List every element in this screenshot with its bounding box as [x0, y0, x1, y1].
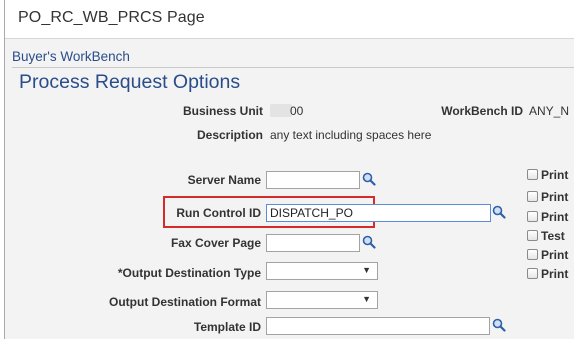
- output-type-label: *Output Destination Type: [117, 266, 261, 280]
- page-frame: PO_RC_WB_PRCS Page Buyer's WorkBench Pro…: [4, 0, 574, 339]
- print-checkbox[interactable]: [527, 169, 538, 180]
- checkbox-label: Print: [541, 267, 569, 281]
- chevron-down-icon: ▼: [362, 265, 371, 275]
- template-id-input[interactable]: [266, 317, 490, 335]
- checkbox-label: Test: [541, 229, 565, 243]
- magnifier-icon[interactable]: [362, 172, 376, 186]
- fax-cover-label: Fax Cover Page: [170, 236, 261, 250]
- print-checkbox[interactable]: [527, 268, 538, 279]
- template-id-label: Template ID: [193, 320, 261, 334]
- run-control-input[interactable]: DISPATCH_PO: [266, 204, 491, 222]
- business-unit-label: Business Unit: [182, 104, 263, 118]
- business-unit-redacted: [270, 104, 292, 117]
- server-name-label: Server Name: [187, 173, 261, 187]
- magnifier-icon[interactable]: [492, 205, 506, 219]
- page-title: PO_RC_WB_PRCS Page: [18, 9, 205, 26]
- checkbox-label: Print: [541, 190, 569, 204]
- fax-cover-input[interactable]: [266, 234, 360, 252]
- chevron-down-icon: ▼: [362, 294, 371, 304]
- checkbox-label: Print: [541, 248, 569, 262]
- section-title: Process Request Options: [19, 71, 241, 93]
- run-control-label: Run Control ID: [176, 206, 261, 220]
- print-checkbox[interactable]: [527, 211, 538, 222]
- server-name-input[interactable]: [266, 171, 360, 189]
- output-format-select[interactable]: ▼: [266, 291, 378, 309]
- output-type-select[interactable]: ▼: [266, 262, 378, 280]
- print-checkbox[interactable]: [527, 249, 538, 260]
- description-label: Description: [196, 128, 263, 142]
- business-unit-value: 00: [290, 104, 304, 118]
- checkbox-label: Print: [541, 210, 569, 224]
- checkbox-label: Print: [541, 168, 569, 182]
- print-checkbox[interactable]: [527, 191, 538, 202]
- divider: [12, 67, 574, 68]
- description-value: any text including spaces here: [270, 128, 432, 142]
- component-title: Buyer's WorkBench: [12, 49, 130, 64]
- magnifier-icon[interactable]: [492, 318, 506, 332]
- output-format-label: Output Destination Format: [109, 295, 261, 309]
- test-checkbox[interactable]: [527, 230, 538, 241]
- magnifier-icon[interactable]: [362, 235, 376, 249]
- workbench-id-value: ANY_N: [529, 104, 570, 118]
- workbench-id-label: WorkBench ID: [441, 104, 523, 118]
- page-header: PO_RC_WB_PRCS Page: [5, 0, 574, 39]
